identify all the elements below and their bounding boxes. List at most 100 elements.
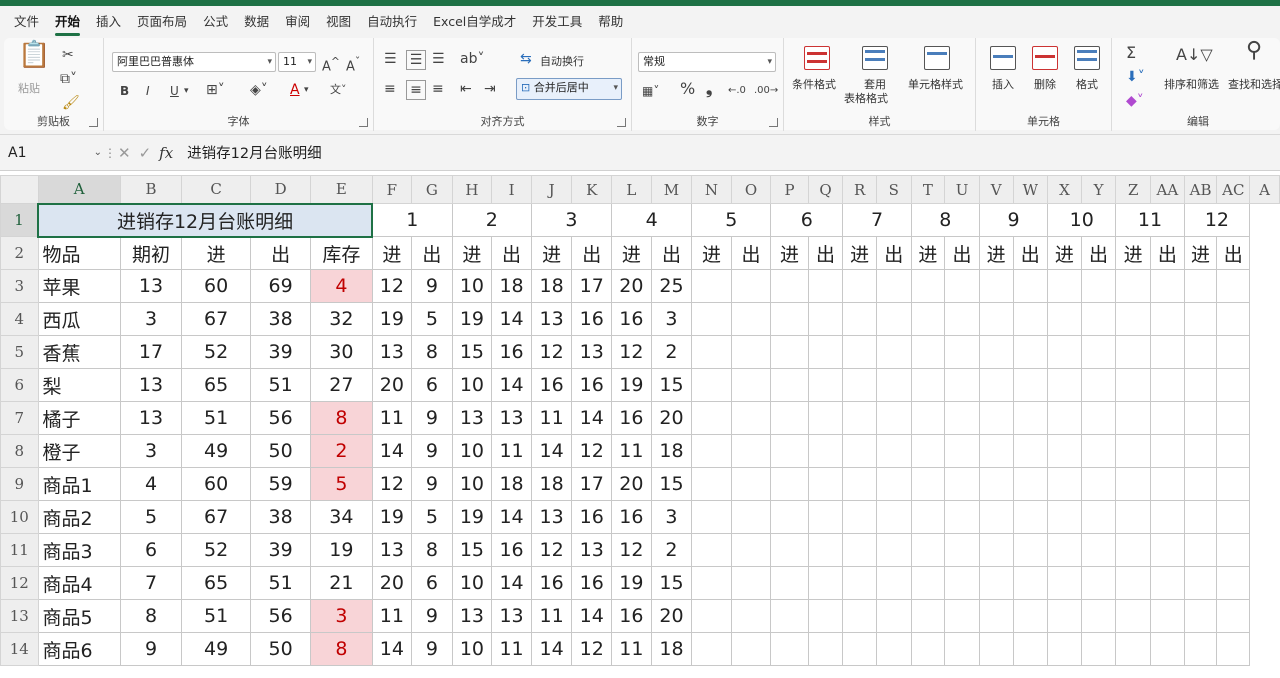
out-total-cell[interactable]: 51 <box>250 368 312 402</box>
empty-cell[interactable] <box>691 566 732 600</box>
shrink-font-icon[interactable]: Aˇ <box>346 53 360 76</box>
row-header[interactable]: 1 <box>0 203 39 237</box>
out-label-cell[interactable]: 出 <box>491 236 532 270</box>
empty-cell[interactable] <box>910 368 946 402</box>
bold-button[interactable]: B <box>120 82 129 100</box>
opening-cell[interactable]: 13 <box>119 368 183 402</box>
empty-cell[interactable] <box>1183 632 1218 666</box>
empty-cell[interactable] <box>1080 368 1117 402</box>
empty-cell[interactable] <box>1080 500 1117 534</box>
menu-item[interactable]: 自动执行 <box>359 6 425 38</box>
item-name-cell[interactable]: 橙子 <box>37 434 121 468</box>
row-header[interactable]: 8 <box>0 434 39 468</box>
in-label-cell[interactable]: 进 <box>1183 236 1218 270</box>
empty-cell[interactable] <box>876 302 912 336</box>
empty-cell[interactable] <box>978 302 1014 336</box>
daily-value-cell[interactable]: 18 <box>491 269 532 303</box>
stock-cell[interactable]: 5 <box>310 467 373 501</box>
daily-value-cell[interactable]: 12 <box>571 434 613 468</box>
empty-cell[interactable] <box>1080 467 1117 501</box>
empty-cell[interactable] <box>876 368 912 402</box>
autosum-button[interactable]: Σ <box>1126 44 1136 62</box>
month-header-cell[interactable]: 10 <box>1047 203 1117 237</box>
empty-cell[interactable] <box>876 533 912 567</box>
daily-value-cell[interactable]: 10 <box>451 632 493 666</box>
daily-value-cell[interactable]: 16 <box>571 500 613 534</box>
daily-value-cell[interactable]: 15 <box>650 566 693 600</box>
empty-cell[interactable] <box>910 500 946 534</box>
out-label-cell[interactable]: 出 <box>876 236 912 270</box>
stock-cell[interactable]: 27 <box>310 368 373 402</box>
daily-value-cell[interactable]: 5 <box>411 500 453 534</box>
empty-cell[interactable] <box>1115 632 1151 666</box>
empty-cell[interactable] <box>807 467 844 501</box>
empty-cell[interactable] <box>944 533 980 567</box>
stock-cell[interactable]: 4 <box>310 269 373 303</box>
empty-cell[interactable] <box>876 335 912 369</box>
empty-cell[interactable] <box>842 533 877 567</box>
conditional-format-button[interactable]: 条件格式 <box>792 76 836 92</box>
empty-cell[interactable] <box>978 434 1014 468</box>
daily-value-cell[interactable]: 11 <box>371 401 413 435</box>
empty-cell[interactable] <box>978 269 1014 303</box>
format-as-table-b[interactable]: 表格格式 <box>844 90 888 106</box>
font-color-button[interactable]: A <box>290 81 300 99</box>
daily-value-cell[interactable]: 11 <box>530 599 573 633</box>
empty-cell[interactable] <box>978 368 1014 402</box>
menu-item[interactable]: 文件 <box>6 6 47 38</box>
empty-cell[interactable] <box>1115 302 1151 336</box>
out-total-cell[interactable]: 56 <box>250 599 312 633</box>
daily-value-cell[interactable]: 10 <box>451 269 493 303</box>
empty-cell[interactable] <box>944 632 980 666</box>
empty-cell[interactable] <box>1115 335 1151 369</box>
currency-icon[interactable]: ▦˅ <box>642 82 659 100</box>
menu-item[interactable]: Excel自学成才 <box>425 6 524 38</box>
insert-function-button[interactable]: fx <box>159 144 173 162</box>
sort-filter-icon[interactable]: A↓▽ <box>1176 46 1213 64</box>
empty-cell[interactable] <box>1149 434 1185 468</box>
empty-cell[interactable] <box>770 500 809 534</box>
row-header[interactable]: 7 <box>0 401 39 435</box>
empty-cell[interactable] <box>1216 269 1251 303</box>
daily-value-cell[interactable]: 25 <box>650 269 693 303</box>
empty-cell[interactable] <box>1216 467 1251 501</box>
out-label-cell[interactable]: 出 <box>650 236 693 270</box>
empty-cell[interactable] <box>691 401 732 435</box>
merge-center-button[interactable]: ⊡ 合并后居中 ▾ <box>516 78 622 100</box>
empty-cell[interactable] <box>978 566 1014 600</box>
daily-value-cell[interactable]: 14 <box>491 566 532 600</box>
conditional-format-icon[interactable] <box>804 46 830 70</box>
empty-cell[interactable] <box>807 566 844 600</box>
daily-value-cell[interactable]: 13 <box>571 533 613 567</box>
empty-cell[interactable] <box>807 335 844 369</box>
empty-cell[interactable] <box>1012 500 1049 534</box>
sort-filter-button[interactable]: 排序和筛选 <box>1164 76 1219 92</box>
daily-value-cell[interactable]: 19 <box>371 500 413 534</box>
format-as-table-icon[interactable] <box>862 46 888 70</box>
daily-value-cell[interactable]: 14 <box>571 401 613 435</box>
empty-cell[interactable] <box>876 269 912 303</box>
daily-value-cell[interactable]: 13 <box>371 335 413 369</box>
empty-cell[interactable] <box>944 302 980 336</box>
empty-cell[interactable] <box>691 335 732 369</box>
empty-cell[interactable] <box>1115 434 1151 468</box>
daily-value-cell[interactable]: 13 <box>530 302 573 336</box>
in-total-cell[interactable]: 49 <box>181 632 252 666</box>
empty-cell[interactable] <box>944 335 980 369</box>
row-header[interactable]: 13 <box>0 599 39 633</box>
empty-cell[interactable] <box>770 401 809 435</box>
empty-cell[interactable] <box>1115 500 1151 534</box>
opening-cell[interactable]: 5 <box>119 500 183 534</box>
empty-cell[interactable] <box>770 434 809 468</box>
daily-value-cell[interactable]: 14 <box>530 434 573 468</box>
column-header[interactable]: Q <box>807 175 844 204</box>
daily-value-cell[interactable]: 6 <box>411 566 453 600</box>
column-header[interactable]: A <box>37 175 121 204</box>
empty-cell[interactable] <box>842 566 877 600</box>
delete-button[interactable]: 删除 <box>1034 76 1056 92</box>
column-header[interactable]: W <box>1012 175 1049 204</box>
find-select-button[interactable]: 查找和选择 <box>1228 76 1280 92</box>
empty-cell[interactable] <box>1115 599 1151 633</box>
empty-cell[interactable] <box>1183 302 1218 336</box>
daily-value-cell[interactable]: 14 <box>530 632 573 666</box>
